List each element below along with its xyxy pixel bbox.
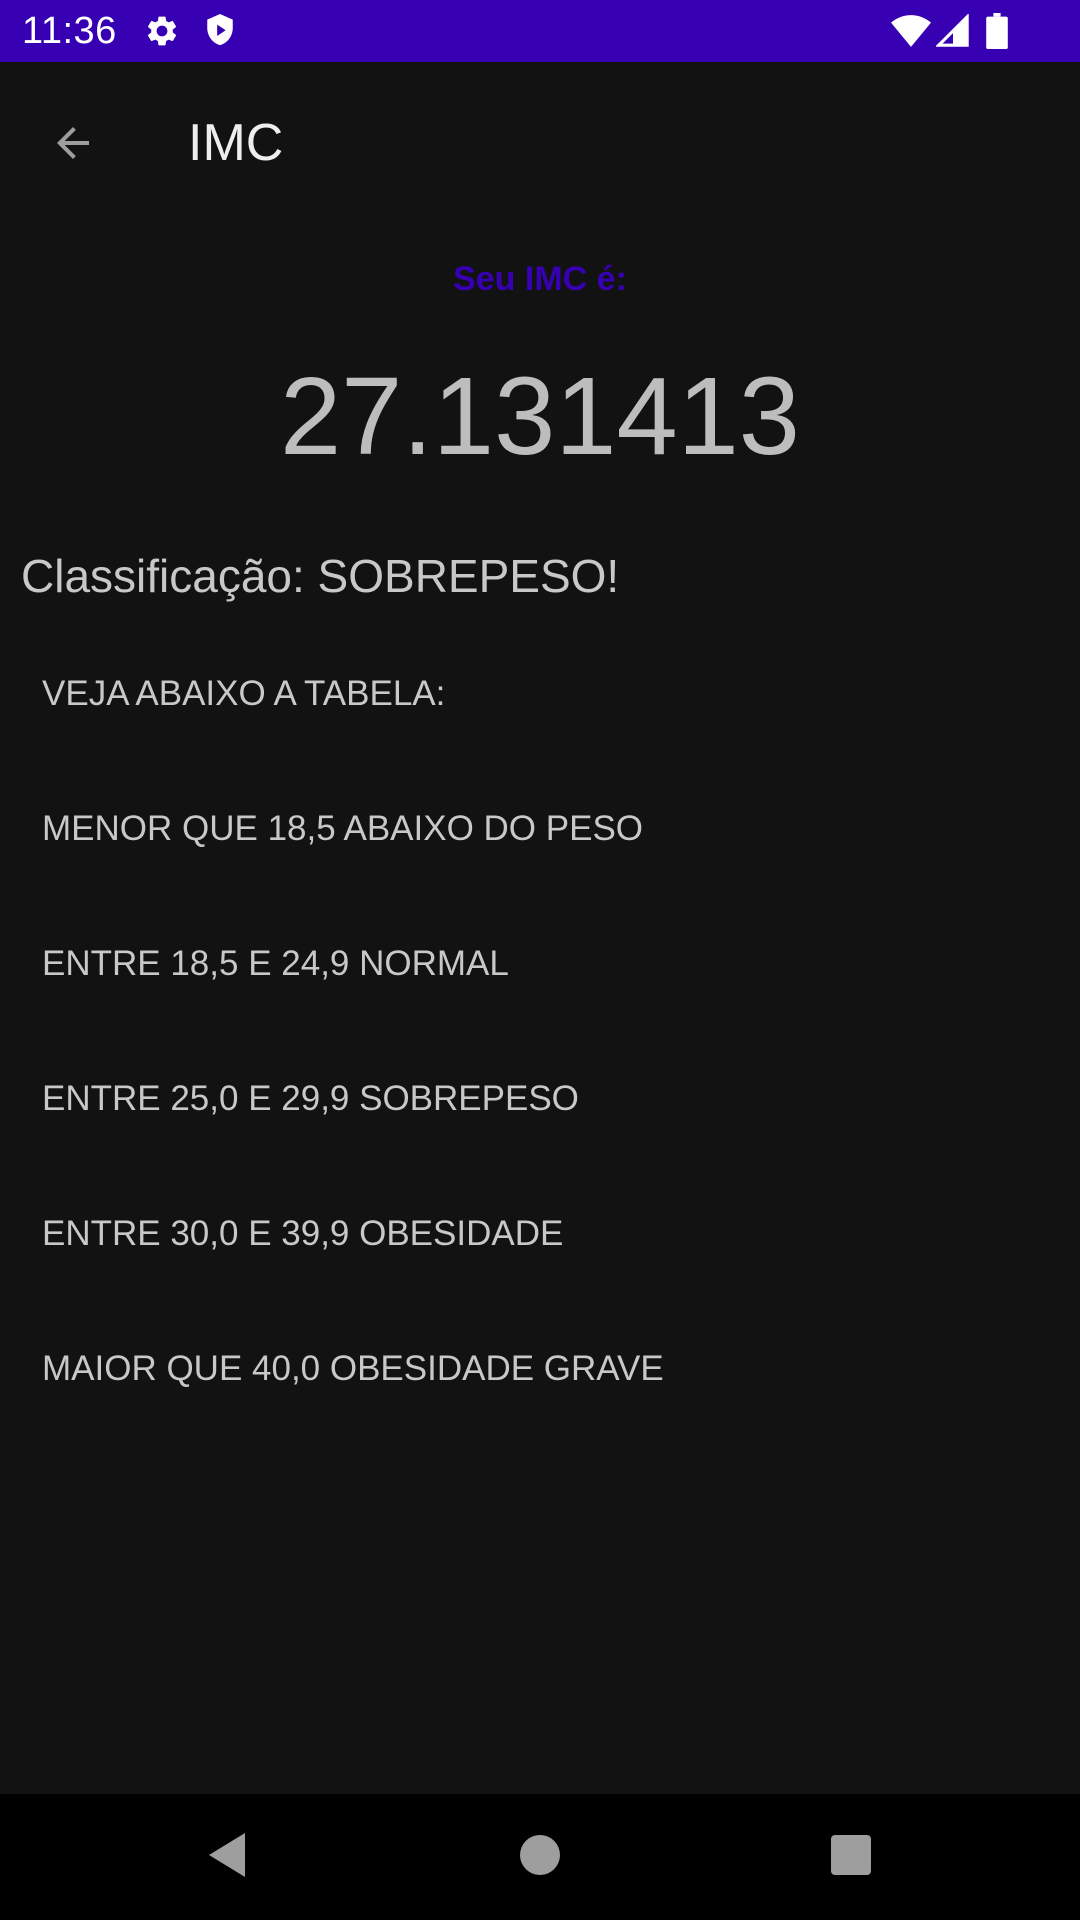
back-triangle-icon <box>205 1831 249 1884</box>
nav-recents-button[interactable] <box>816 1822 886 1892</box>
status-bar: 11:36 <box>0 0 1080 62</box>
app-title: IMC <box>188 114 284 172</box>
imc-label: Seu IMC é: <box>453 260 627 298</box>
table-header: VEJA ABAIXO A TABELA: <box>42 674 446 713</box>
back-button[interactable] <box>30 102 116 188</box>
table-row: ENTRE 25,0 E 29,9 SOBREPESO <box>42 1079 579 1118</box>
classification-text: Classificação: SOBREPESO! <box>21 550 620 602</box>
signal-icon <box>934 0 972 62</box>
recents-square-icon <box>831 1834 871 1880</box>
app-bar: IMC <box>0 62 1080 212</box>
screen: 11:36 IMC Seu IMC é: 27.131413 Classific… <box>0 0 1080 1920</box>
table-row: MENOR QUE 18,5 ABAIXO DO PESO <box>42 809 644 848</box>
nav-back-button[interactable] <box>192 1822 262 1892</box>
status-time: 11:36 <box>22 10 117 52</box>
home-circle-icon <box>520 1834 560 1880</box>
shield-icon <box>200 0 240 62</box>
table-row: ENTRE 18,5 E 24,9 NORMAL <box>42 944 509 983</box>
imc-value: 27.131413 <box>280 355 800 478</box>
battery-icon <box>982 0 1012 62</box>
nav-home-button[interactable] <box>505 1822 575 1892</box>
wifi-icon <box>890 0 932 62</box>
navigation-bar <box>0 1794 1080 1920</box>
table-row: MAIOR QUE 40,0 OBESIDADE GRAVE <box>42 1349 664 1388</box>
arrow-back-icon <box>49 119 97 172</box>
gear-icon <box>142 0 182 62</box>
table-row: ENTRE 30,0 E 39,9 OBESIDADE <box>42 1214 564 1253</box>
